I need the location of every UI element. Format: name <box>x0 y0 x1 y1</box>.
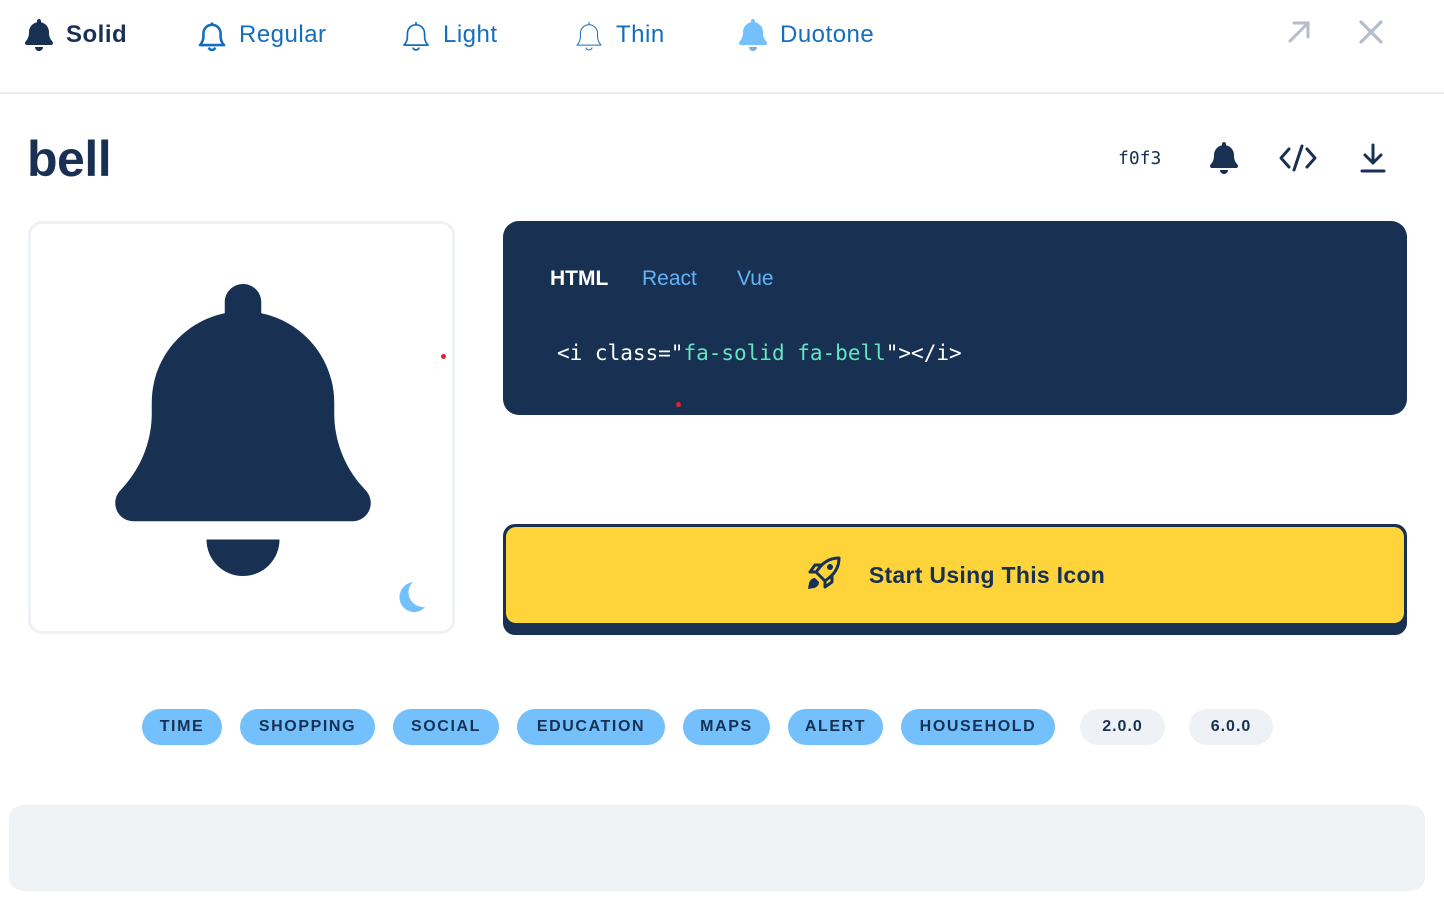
bell-light-icon <box>401 19 431 51</box>
bell-preview-icon <box>115 284 371 581</box>
code-snippet-panel: HTML React Vue <i class="fa-solid fa-bel… <box>503 221 1407 415</box>
tab-label: Solid <box>66 21 128 48</box>
arrow-up-right-icon <box>1285 18 1313 51</box>
tag-shopping[interactable]: SHOPPING <box>240 709 375 745</box>
code-tag-open: <i class= <box>557 341 671 365</box>
tag-education[interactable]: EDUCATION <box>517 709 665 745</box>
rocket-icon <box>805 554 843 597</box>
tab-thin[interactable]: Thin <box>574 14 665 56</box>
icon-name-title: bell <box>27 131 112 187</box>
code-quote-open: " <box>670 341 684 365</box>
tab-label: Regular <box>239 21 327 48</box>
tab-react[interactable]: React <box>642 267 697 291</box>
start-using-icon-button[interactable]: Start Using This Icon <box>506 527 1404 623</box>
style-tabs-bar: Solid Regular Light Thin Duotone <box>0 0 1444 94</box>
tab-label: Thin <box>616 21 665 48</box>
bell-glyph-icon <box>1210 141 1239 179</box>
tag-maps[interactable]: MAPS <box>683 709 770 745</box>
tag-time[interactable]: TIME <box>142 709 222 745</box>
category-tags: TIME SHOPPING SOCIAL EDUCATION MAPS ALER… <box>0 709 1444 745</box>
code-class-value: fa-solid fa-bell <box>683 341 886 365</box>
copy-code-button[interactable] <box>1276 138 1320 182</box>
moon-icon[interactable] <box>395 580 427 617</box>
marker-dot <box>441 354 446 359</box>
version-tag[interactable]: 6.0.0 <box>1189 709 1273 745</box>
tab-light[interactable]: Light <box>401 14 498 56</box>
cta-label: Start Using This Icon <box>868 561 1106 588</box>
tab-duotone[interactable]: Duotone <box>738 14 874 56</box>
footer-panel <box>9 805 1425 891</box>
tab-label: Duotone <box>780 21 875 48</box>
open-in-page-button[interactable] <box>1281 16 1317 52</box>
tab-vue[interactable]: Vue <box>737 267 774 291</box>
code-snippet[interactable]: <i class="fa-solid fa-bell"></i> <box>557 341 962 365</box>
close-button[interactable] <box>1353 16 1389 52</box>
bell-duotone-icon <box>738 19 768 51</box>
tab-html[interactable]: HTML <box>550 267 608 291</box>
marker-dot <box>676 402 681 407</box>
download-svg-button[interactable] <box>1351 138 1395 182</box>
tag-alert[interactable]: ALERT <box>788 709 883 745</box>
tab-label: Light <box>443 21 498 48</box>
icon-preview <box>28 221 455 634</box>
tag-social[interactable]: SOCIAL <box>393 709 499 745</box>
tag-household[interactable]: HOUSEHOLD <box>901 709 1055 745</box>
close-icon <box>1358 19 1384 50</box>
tab-regular[interactable]: Regular <box>197 14 327 56</box>
code-tag-close: ></i> <box>898 341 962 365</box>
code-icon <box>1278 143 1318 178</box>
bell-regular-icon <box>197 19 227 51</box>
version-tag[interactable]: 2.0.0 <box>1080 709 1165 745</box>
bell-thin-icon <box>574 19 604 51</box>
tab-solid[interactable]: Solid <box>24 14 127 56</box>
copy-glyph-button[interactable] <box>1202 138 1246 182</box>
download-icon <box>1360 143 1386 178</box>
unicode-copy[interactable]: f0f3 <box>1118 148 1161 169</box>
code-quote-close: " <box>885 341 899 365</box>
bell-solid-icon <box>24 19 54 51</box>
